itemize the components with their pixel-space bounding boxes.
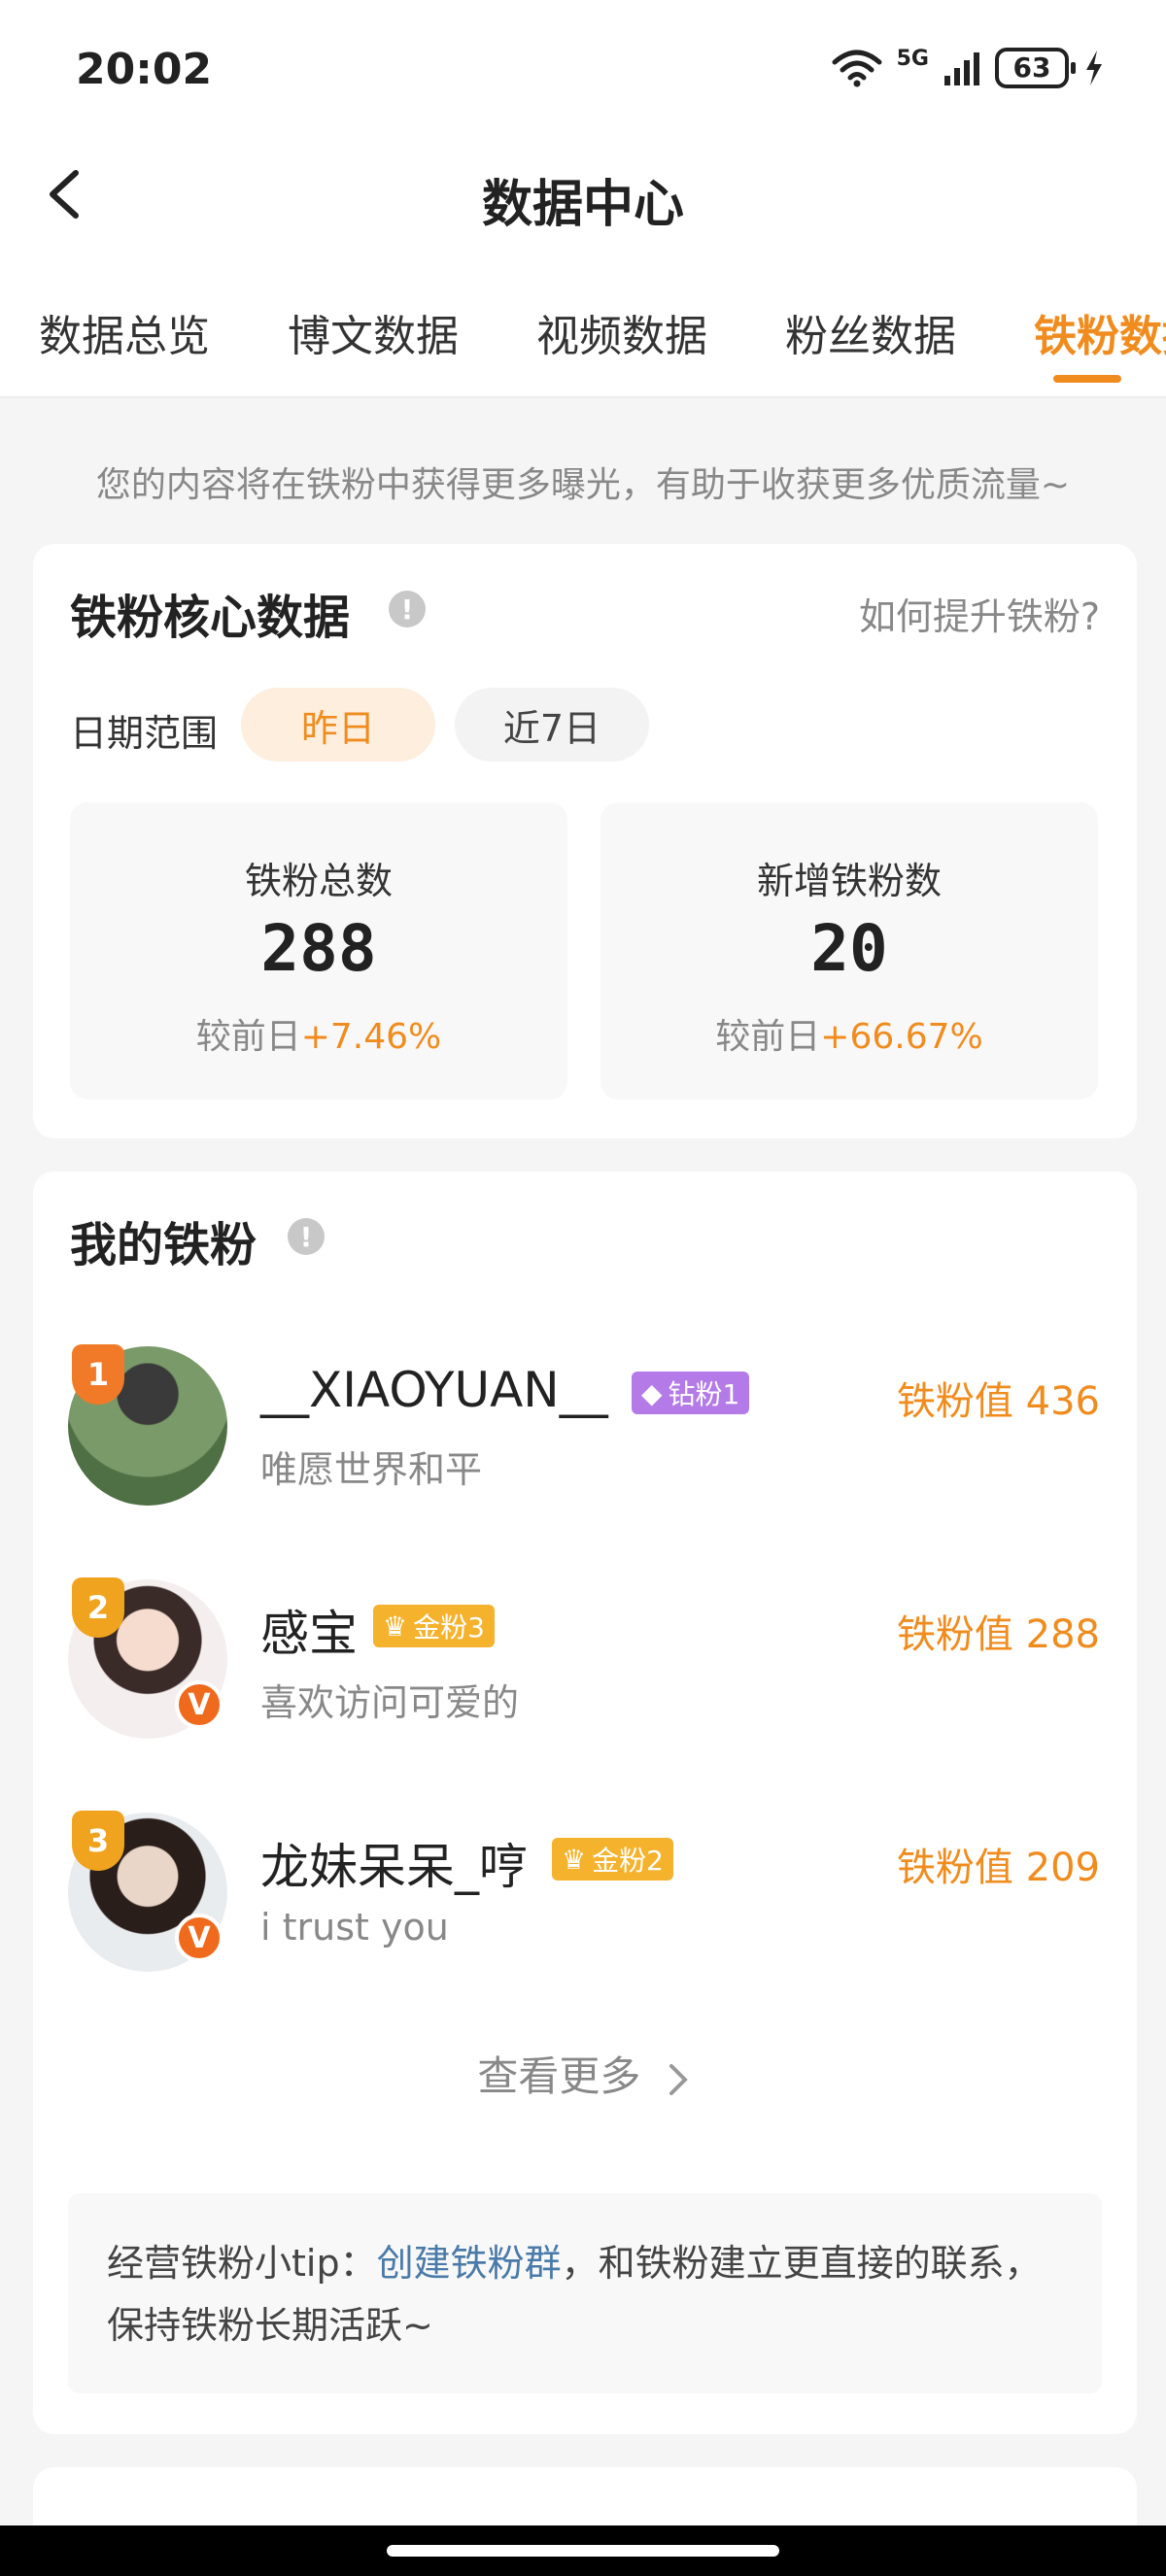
rank-badge: 2 [72, 1577, 124, 1638]
info-icon[interactable]: ! [288, 1218, 325, 1255]
date-option-7days[interactable]: 近7日 [455, 688, 649, 762]
tab-overview[interactable]: 数据总览 [0, 291, 249, 396]
home-indicator[interactable] [387, 2545, 779, 2557]
fan-level-badge: ♛ 金粉3 [373, 1605, 495, 1647]
stat-change: 较前日+66.67% [715, 1017, 983, 1057]
tab-iron-fan-data[interactable]: 铁粉数据 [995, 291, 1166, 396]
status-icons: 5G 63 [831, 47, 1106, 88]
fan-score: 铁粉值 288 [896, 1612, 1100, 1657]
crown-icon: ♛ [383, 1610, 408, 1643]
network-label: 5G [896, 47, 929, 71]
fan-signature: 唯愿世界和平 [260, 1448, 483, 1491]
tab-post-data[interactable]: 博文数据 [249, 291, 497, 396]
status-time: 20:02 [76, 45, 213, 94]
my-fans-title: 我的铁粉 [70, 1218, 257, 1272]
page-title: 数据中心 [481, 176, 684, 234]
fan-name[interactable]: 龙妹呆呆_哼 [260, 1828, 528, 1898]
stat-value: 288 [260, 911, 377, 986]
tab-video-data[interactable]: 视频数据 [497, 291, 746, 396]
core-data-title: 铁粉核心数据 [70, 591, 351, 645]
stat-change: 较前日+7.46% [195, 1017, 442, 1057]
tip-box: 经营铁粉小tip：创建铁粉群，和铁粉建立更直接的联系，保持铁粉长期活跃~ [68, 2193, 1102, 2393]
create-fan-group-link[interactable]: 创建铁粉群 [377, 2242, 562, 2285]
fan-signature: 喜欢访问可爱的 [260, 1681, 520, 1724]
fan-name[interactable]: 感宝 [260, 1595, 358, 1665]
stat-label: 铁粉总数 [244, 860, 393, 902]
core-data-card: 铁粉核心数据 ! 如何提升铁粉? 日期范围 昨日 近7日 铁粉总数 288 较前… [33, 544, 1137, 1138]
fan-row[interactable]: 3 V 龙妹呆呆_哼 ♛ 金粉2 i trust you 铁粉值 209 [33, 1805, 1137, 1980]
stat-total-fans: 铁粉总数 288 较前日+7.46% [70, 802, 567, 1100]
stat-value: 20 [810, 911, 888, 986]
fan-signature: i trust you [260, 1906, 449, 1949]
fan-name[interactable]: __XIAOYUAN__ [260, 1362, 608, 1418]
verified-icon: V [175, 1680, 223, 1729]
charging-icon [1086, 50, 1102, 85]
fan-level-badge: ♛ 金粉2 [552, 1838, 673, 1881]
my-fans-card: 我的铁粉 ! 1 __XIAOYUAN__ ◆ 钻粉1 唯愿世界和平 铁粉值 43… [33, 1171, 1137, 2434]
how-to-improve-link[interactable]: 如何提升铁粉? [859, 587, 1100, 640]
fan-score: 铁粉值 209 [896, 1846, 1100, 1890]
notice-text: 您的内容将在铁粉中获得更多曝光，有助于收获更多优质流量~ [95, 465, 1071, 505]
fan-level-badge: ◆ 钻粉1 [632, 1372, 750, 1414]
view-more-button[interactable]: 查看更多 [33, 2044, 1137, 2103]
tab-bar: 数据总览 博文数据 视频数据 粉丝数据 铁粉数据 [0, 291, 1166, 396]
tab-fan-data[interactable]: 粉丝数据 [746, 291, 995, 396]
fan-score: 铁粉值 436 [896, 1379, 1100, 1424]
verified-icon: V [175, 1914, 223, 1962]
stat-label: 新增铁粉数 [756, 860, 942, 902]
battery-icon: 63 [995, 47, 1076, 88]
date-option-yesterday[interactable]: 昨日 [241, 688, 435, 762]
fan-row[interactable]: 2 V 感宝 ♛ 金粉3 喜欢访问可爱的 铁粉值 288 [33, 1572, 1137, 1746]
stat-new-fans: 新增铁粉数 20 较前日+66.67% [600, 802, 1098, 1100]
rank-badge: 3 [72, 1811, 124, 1871]
rank-badge: 1 [72, 1344, 124, 1405]
info-icon[interactable]: ! [389, 591, 426, 627]
date-range-label: 日期范围 [70, 712, 219, 755]
fan-row[interactable]: 1 __XIAOYUAN__ ◆ 钻粉1 唯愿世界和平 铁粉值 436 [33, 1339, 1137, 1513]
crown-icon: ♛ [562, 1843, 587, 1876]
chevron-right-icon [669, 2063, 688, 2095]
diamond-icon: ◆ [641, 1376, 663, 1409]
wifi-icon [832, 50, 882, 86]
signal-icon [944, 51, 979, 85]
